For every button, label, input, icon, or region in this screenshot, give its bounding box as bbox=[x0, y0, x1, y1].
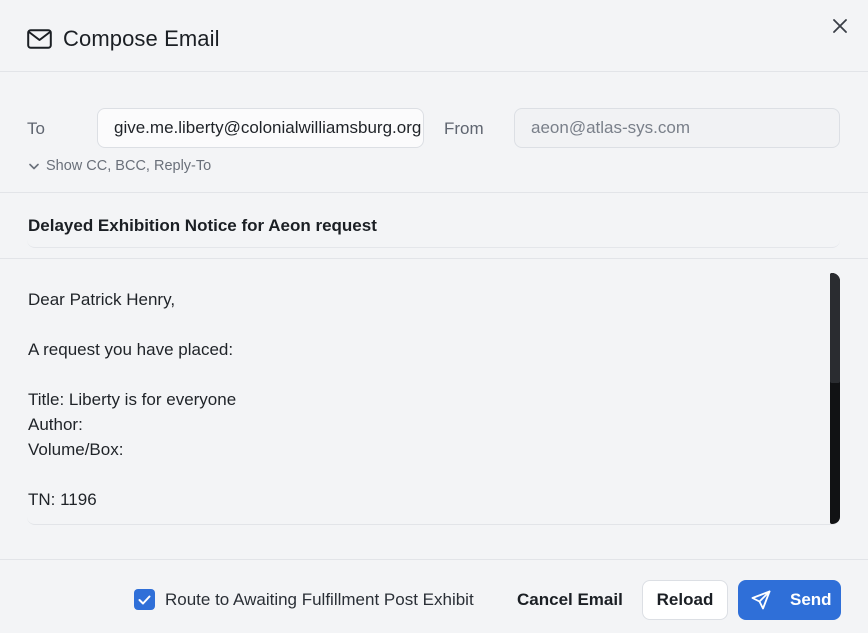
email-body-editor[interactable]: Dear Patrick Henry, A request you have p… bbox=[27, 273, 840, 525]
dialog-header: Compose Email bbox=[0, 0, 868, 72]
body-line: Title: Liberty is for everyone bbox=[28, 390, 237, 409]
body-line: TN: 1196 bbox=[28, 490, 97, 509]
cancel-email-button[interactable]: Cancel Email bbox=[506, 581, 634, 619]
body-line: Dear Patrick Henry, bbox=[28, 290, 176, 309]
body-line: A request you have placed: bbox=[28, 340, 234, 359]
divider bbox=[0, 559, 868, 560]
scrollbar-thumb[interactable] bbox=[830, 273, 840, 383]
body-line: Author: bbox=[28, 415, 83, 434]
close-icon bbox=[833, 19, 847, 33]
to-field[interactable]: give.me.liberty@colonialwilliamsburg.org bbox=[97, 108, 424, 148]
body-scrollbar[interactable] bbox=[830, 273, 840, 524]
from-label: From bbox=[444, 119, 484, 138]
chevron-down-icon bbox=[29, 163, 39, 169]
compose-email-dialog: Compose Email To give.me.liberty@colonia… bbox=[0, 0, 868, 633]
from-field[interactable]: aeon@atlas-sys.com bbox=[514, 108, 840, 148]
send-icon bbox=[751, 590, 771, 610]
divider bbox=[0, 192, 868, 193]
route-checkbox-label: Route to Awaiting Fulfillment Post Exhib… bbox=[165, 589, 474, 609]
send-button-label: Send bbox=[790, 590, 832, 609]
route-checkbox[interactable] bbox=[134, 589, 155, 610]
dialog-title-group: Compose Email bbox=[27, 26, 220, 52]
body-line bbox=[28, 312, 236, 337]
body-line: Volume/Box: bbox=[28, 440, 124, 459]
subject-field[interactable]: Delayed Exhibition Notice for Aeon reque… bbox=[27, 205, 840, 248]
close-button[interactable] bbox=[828, 14, 852, 38]
to-label: To bbox=[27, 119, 45, 138]
send-button[interactable]: Send bbox=[738, 580, 841, 620]
divider bbox=[0, 258, 868, 259]
dialog-title: Compose Email bbox=[63, 26, 220, 51]
route-checkbox-group[interactable]: Route to Awaiting Fulfillment Post Exhib… bbox=[134, 589, 474, 610]
show-cc-label: Show CC, BCC, Reply-To bbox=[46, 158, 212, 174]
show-cc-toggle[interactable]: Show CC, BCC, Reply-To bbox=[29, 158, 211, 174]
mail-icon bbox=[27, 29, 52, 49]
check-icon bbox=[138, 595, 151, 604]
reload-button[interactable]: Reload bbox=[642, 580, 728, 620]
body-line bbox=[28, 362, 236, 387]
email-body-text: Dear Patrick Henry, A request you have p… bbox=[28, 287, 236, 512]
body-line bbox=[28, 462, 236, 487]
